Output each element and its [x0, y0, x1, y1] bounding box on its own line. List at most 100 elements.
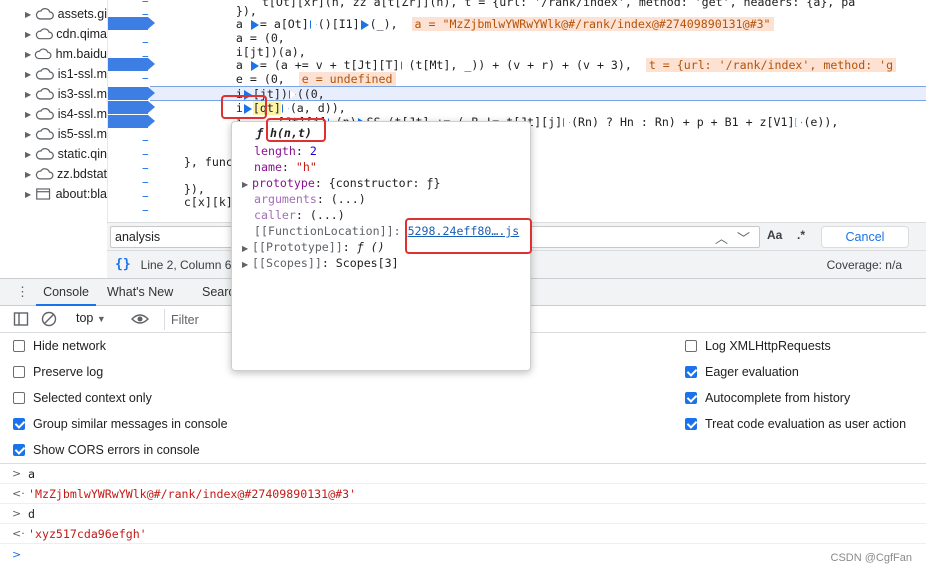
breakpoint-inline-icon[interactable]	[243, 103, 252, 114]
expand-arrow-icon[interactable]: ▶	[25, 10, 33, 19]
sidebar-toggle-icon[interactable]	[12, 310, 30, 328]
breakpoint-marker[interactable]	[108, 87, 155, 100]
breakpoint-marker[interactable]	[108, 17, 155, 30]
checkbox[interactable]	[13, 392, 25, 404]
expand-arrow-icon[interactable]: ▶	[25, 130, 33, 139]
checkbox[interactable]	[13, 366, 25, 378]
clear-console-icon[interactable]	[40, 310, 58, 328]
expand-arrow-icon[interactable]: ▶	[242, 177, 252, 192]
regex-button[interactable]: .*	[797, 228, 805, 242]
inline-step-icon[interactable]	[795, 118, 803, 127]
expand-arrow-icon[interactable]: ▶	[25, 170, 33, 179]
breakpoint-inline-icon[interactable]	[243, 89, 252, 100]
tree-item[interactable]: ▶ cdn.qima	[0, 24, 107, 44]
tree-item[interactable]: ▶ is5-ssl.m	[0, 124, 107, 144]
checkbox[interactable]	[685, 418, 697, 430]
fold-marker[interactable]: −	[142, 36, 149, 49]
code-line: a = (0,	[208, 31, 285, 45]
inline-step-icon[interactable]	[281, 104, 289, 113]
setting-selected-context-only[interactable]: Selected context only	[13, 388, 152, 408]
console-output[interactable]: > a <· 'MzZjbmlwYWRwYWlk@#/rank/index@#274…	[0, 464, 926, 573]
expand-arrow-icon[interactable]: ▶	[242, 257, 252, 272]
fold-marker[interactable]: −	[142, 190, 149, 203]
console-input-text: d	[28, 506, 35, 521]
tree-item[interactable]: ▶ zz.bdstat	[0, 164, 107, 184]
context-select-value: top	[76, 311, 94, 325]
breakpoint-marker[interactable]	[108, 115, 155, 128]
prop-scopes[interactable]: ▶ [[Scopes]]: Scopes[3]	[242, 256, 399, 271]
prop-caller[interactable]: caller: (...)	[254, 208, 345, 223]
expand-arrow-icon[interactable]: ▶	[25, 30, 33, 39]
hovered-token[interactable]: [qt]	[252, 101, 281, 115]
console-input-row: > a	[0, 464, 926, 484]
fold-marker[interactable]: −	[142, 204, 149, 217]
console-prompt[interactable]: >	[0, 544, 926, 564]
fold-marker[interactable]: −	[142, 162, 149, 175]
inline-step-icon[interactable]	[563, 118, 571, 127]
cloud-icon	[35, 168, 54, 180]
checkbox[interactable]	[685, 340, 697, 352]
tree-item[interactable]: ▶ static.qin	[0, 144, 107, 164]
setting-user-action[interactable]: Treat code evaluation as user action	[685, 414, 906, 434]
expand-arrow-icon[interactable]: ▶	[25, 150, 33, 159]
next-match-icon[interactable]: ﹀	[737, 228, 750, 247]
fold-marker[interactable]: −	[142, 148, 149, 161]
tab-whats-new[interactable]: What's New	[107, 279, 173, 306]
breakpoint-inline-icon[interactable]	[360, 19, 369, 30]
fold-marker[interactable]: −	[142, 0, 149, 8]
expand-arrow-icon[interactable]: ▶	[25, 50, 32, 59]
tree-item[interactable]: ▶ is3-ssl.m	[0, 84, 107, 104]
setting-label: Log XMLHttpRequests	[705, 339, 831, 353]
tab-console[interactable]: Console	[36, 279, 96, 306]
function-location-link[interactable]: 5298.24eff80….js	[408, 224, 520, 238]
tree-item[interactable]: ▶ about:bla	[0, 184, 107, 204]
setting-show-cors[interactable]: Show CORS errors in console	[13, 440, 200, 460]
expand-arrow-icon[interactable]: ▶	[25, 190, 32, 199]
breakpoint-marker[interactable]	[108, 101, 155, 114]
breakpoint-inline-icon[interactable]	[250, 60, 259, 71]
expand-arrow-icon[interactable]: ▶	[25, 70, 33, 79]
cancel-button[interactable]: Cancel	[821, 226, 909, 248]
checkbox[interactable]	[13, 418, 25, 430]
match-case-button[interactable]: Aa	[767, 228, 782, 242]
function-popover[interactable]: ƒ h(n,t) length: 2 name: "h" ▶ prototype:…	[231, 121, 531, 371]
checkbox[interactable]	[13, 444, 25, 456]
setting-eager-eval[interactable]: Eager evaluation	[685, 362, 799, 382]
checkbox[interactable]	[685, 392, 697, 404]
input-chevron-icon: >	[12, 467, 22, 480]
checkbox[interactable]	[685, 366, 697, 378]
inline-step-icon[interactable]	[309, 20, 317, 29]
prop-internal-prototype[interactable]: ▶ [[Prototype]]: ƒ ()	[242, 240, 385, 255]
code-line: i[jt])(a),	[208, 45, 306, 59]
eye-icon[interactable]	[130, 310, 150, 328]
fold-marker[interactable]: −	[142, 176, 149, 189]
setting-autocomplete-history[interactable]: Autocomplete from history	[685, 388, 850, 408]
context-select[interactable]: top ▼	[76, 311, 106, 325]
setting-preserve-log[interactable]: Preserve log	[13, 362, 103, 382]
expand-arrow-icon[interactable]: ▶	[25, 110, 33, 119]
tree-item-label: zz.bdstat	[56, 167, 107, 181]
expand-arrow-icon[interactable]: ▶	[242, 241, 252, 256]
line-gutter[interactable]: − − − − − − − − − − −	[108, 0, 155, 222]
expand-arrow-icon[interactable]: ▶	[25, 90, 33, 99]
checkbox[interactable]	[13, 340, 25, 352]
fold-marker[interactable]: −	[142, 134, 149, 147]
prop-prototype[interactable]: ▶ prototype: {constructor: ƒ}	[242, 176, 440, 191]
tree-item[interactable]: ▶ assets.gi	[0, 4, 107, 24]
prev-match-icon[interactable]: ︿	[715, 228, 728, 247]
more-options-icon[interactable]: ⋮	[16, 284, 29, 300]
setting-group-similar[interactable]: Group similar messages in console	[13, 414, 228, 434]
pretty-print-icon[interactable]: {}	[115, 257, 131, 272]
tree-item-label: is1-ssl.m	[57, 67, 107, 81]
fold-marker[interactable]: −	[142, 72, 149, 85]
tree-item[interactable]: ▶ is1-ssl.m	[0, 64, 107, 84]
tree-item[interactable]: ▶ is4-ssl.m	[0, 104, 107, 124]
inline-step-icon[interactable]	[288, 90, 296, 99]
breakpoint-marker[interactable]	[108, 58, 155, 71]
setting-hide-network[interactable]: Hide network	[13, 336, 106, 356]
tree-item[interactable]: ▶ hm.baidu	[0, 44, 107, 64]
breakpoint-inline-icon[interactable]	[250, 19, 259, 30]
inline-step-icon[interactable]	[400, 61, 408, 70]
prop-arguments[interactable]: arguments: (...)	[254, 192, 366, 207]
setting-log-xhr[interactable]: Log XMLHttpRequests	[685, 336, 831, 356]
